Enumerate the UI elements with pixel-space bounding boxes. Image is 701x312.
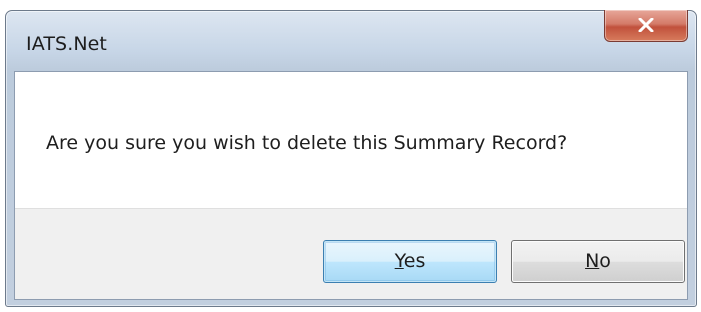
title-bar[interactable]: IATS.Net	[6, 10, 696, 71]
button-bar: Yes No	[15, 208, 687, 299]
yes-button[interactable]: Yes	[323, 240, 497, 283]
yes-button-mnemonic: Y	[394, 250, 404, 272]
dialog-content: Are you sure you wish to delete this Sum…	[14, 71, 688, 300]
yes-button-label: es	[403, 250, 426, 272]
no-button-mnemonic: N	[585, 250, 600, 272]
no-button-label: o	[599, 250, 611, 272]
close-icon	[638, 18, 654, 32]
no-button[interactable]: No	[511, 240, 685, 283]
window-title: IATS.Net	[26, 33, 107, 55]
confirmation-message: Are you sure you wish to delete this Sum…	[46, 132, 568, 154]
close-button[interactable]	[604, 10, 688, 42]
dialog-window: IATS.Net Are you sure you wish to delete…	[5, 10, 697, 307]
message-area: Are you sure you wish to delete this Sum…	[15, 72, 687, 208]
